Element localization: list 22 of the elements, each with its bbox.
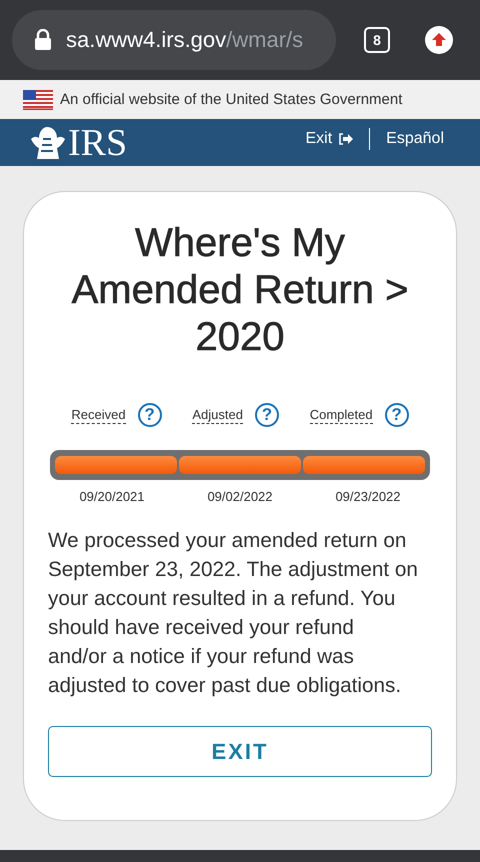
gov-banner-text: An official website of the United States Government <box>60 91 402 108</box>
step-label[interactable]: Adjusted <box>192 406 243 424</box>
help-icon[interactable]: ? <box>254 403 279 427</box>
step-date: 09/02/2022 <box>207 489 273 504</box>
language-link[interactable]: Español <box>386 130 444 148</box>
exit-button[interactable]: EXIT <box>48 726 432 777</box>
lock-icon <box>34 29 52 51</box>
step-label[interactable]: Completed <box>310 406 373 424</box>
url-text: sa.www4.irs.gov/wmar/s <box>66 27 304 53</box>
step-date: 09/23/2022 <box>335 489 401 504</box>
help-icon[interactable]: ? <box>384 403 409 427</box>
help-icon[interactable]: ? <box>138 403 162 427</box>
tab-count-button[interactable]: 8 <box>364 27 390 53</box>
exit-arrow-icon <box>338 132 354 144</box>
page-title: Where's My Amended Return > 2020 <box>70 220 410 361</box>
us-flag-icon <box>23 90 53 110</box>
status-message: We processed your amended return on September 23, 2022. The adjustment on your account resulted in a refund. You should have received your refund and/or a notice if your refund was adjusted to cover past due obligations. <box>48 528 419 699</box>
step-date: 09/20/2021 <box>79 489 145 504</box>
irs-logo-text[interactable]: IRS <box>68 124 128 162</box>
address-bar[interactable]: sa.www4.irs.gov/wmar/s <box>12 10 336 70</box>
step-label[interactable]: Received <box>71 406 126 424</box>
exit-link[interactable]: Exit <box>306 130 332 148</box>
